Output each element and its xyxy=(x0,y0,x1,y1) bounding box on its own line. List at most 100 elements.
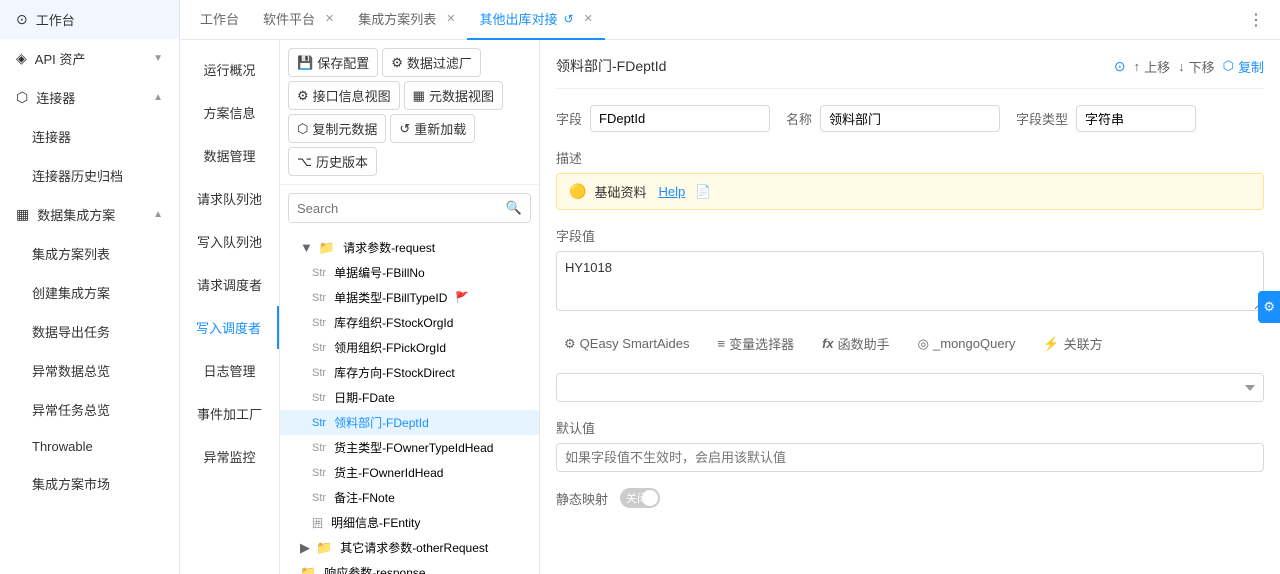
node-label: 货主类型-FOwnerTypeIdHead xyxy=(334,439,493,456)
tree-node-fbillno[interactable]: Str 单据编号-FBillNo xyxy=(280,260,539,285)
sidebar-item-label: 异常任务总览 xyxy=(32,400,110,419)
tree-node-fstockorgid[interactable]: Str 库存组织-FStockOrgId xyxy=(280,310,539,335)
panel-item-write-scheduler[interactable]: 写入调度者 xyxy=(180,306,279,349)
sidebar-item-label: 集成方案市场 xyxy=(32,474,110,493)
tree-node-request-params[interactable]: ▼ 📁 请求参数-request xyxy=(280,235,539,260)
sidebar-item-export-task[interactable]: 数据导出任务 xyxy=(0,312,179,351)
panel-item-event-factory[interactable]: 事件加工厂 xyxy=(180,392,279,435)
tool-associate[interactable]: ⚡ 关联方 xyxy=(1035,330,1110,357)
sidebar-item-exception-task[interactable]: 异常任务总览 xyxy=(0,390,179,429)
field-value-textarea[interactable]: HY1018 xyxy=(556,251,1264,311)
doc-icon: 📄 xyxy=(695,184,711,200)
tree-node-fownerid[interactable]: Str 货主-FOwnerIdHead xyxy=(280,460,539,485)
tab-label: 软件平台 xyxy=(263,9,315,28)
down-icon: ↓ xyxy=(1178,59,1185,74)
sidebar-item-exception-overview[interactable]: 异常数据总览 xyxy=(0,351,179,390)
associate-icon: ⚡ xyxy=(1043,336,1059,352)
tree-node-other-request[interactable]: ▶ 📁 其它请求参数-otherRequest xyxy=(280,535,539,560)
sidebar-item-workbench[interactable]: ⊙ 工作台 xyxy=(0,0,179,39)
history-button[interactable]: ⌥ 历史版本 xyxy=(288,147,377,176)
node-label: 响应参数-response xyxy=(324,564,425,574)
tree-node-fstockdirect[interactable]: Str 库存方向-FStockDirect xyxy=(280,360,539,385)
tab-workbench[interactable]: 工作台 xyxy=(188,0,251,40)
sidebar-item-connector-sub2[interactable]: 连接器历史归档 xyxy=(0,156,179,195)
field-type-item: 字段类型 xyxy=(1016,105,1196,132)
node-label: 库存方向-FStockDirect xyxy=(334,364,455,381)
sidebar-item-create-solution[interactable]: 创建集成方案 xyxy=(0,273,179,312)
tree-node-fdate[interactable]: Str 日期-FDate xyxy=(280,385,539,410)
sidebar-item-solution-list[interactable]: 集成方案列表 xyxy=(0,234,179,273)
node-label: 领料部门-FDeptId xyxy=(334,414,429,431)
expression-select[interactable] xyxy=(556,373,1264,402)
tree-node-fbilltypeid[interactable]: Str 单据类型-FBillTypeID 🚩 xyxy=(280,285,539,310)
tree-node-fentity[interactable]: 囲 明细信息-FEntity xyxy=(280,510,539,535)
data-filter-button[interactable]: ⚙ 数据过滤厂 xyxy=(382,48,481,77)
sidebar-item-label: 工作台 xyxy=(36,10,75,29)
reload-button[interactable]: ↺ 重新加载 xyxy=(390,114,475,143)
panel-item-log[interactable]: 日志管理 xyxy=(180,349,279,392)
tool-function[interactable]: fx 函数助手 xyxy=(814,330,898,357)
link-icon: ⚙ xyxy=(297,88,309,104)
interface-view-button[interactable]: ⚙ 接口信息视图 xyxy=(288,81,400,110)
tool-variable[interactable]: ≡ 变量选择器 xyxy=(709,330,802,357)
right-panel-wrapper: 领料部门-FDeptId ⊙ ↑ 上移 ↓ 下移 ⬡ 复 xyxy=(540,40,1280,574)
type-input[interactable] xyxy=(1076,105,1196,132)
panel-item-scheme[interactable]: 方案信息 xyxy=(180,91,279,134)
field-label: 字段 xyxy=(556,109,582,128)
copy-icon: ⬡ xyxy=(1223,58,1234,74)
tree-node-fdeptid[interactable]: Str 领料部门-FDeptId xyxy=(280,410,539,435)
sidebar-item-connector[interactable]: ⬡ 连接器 ▲ xyxy=(0,78,179,117)
type-badge: Str xyxy=(312,367,326,379)
down-button[interactable]: ↓ 下移 xyxy=(1178,57,1215,76)
help-link[interactable]: Help xyxy=(658,184,685,199)
panel-item-overview[interactable]: 运行概况 xyxy=(180,48,279,91)
static-toggle[interactable]: 关闭 xyxy=(620,488,660,508)
up-button[interactable]: ↑ 上移 xyxy=(1134,57,1171,76)
name-input[interactable] xyxy=(820,105,1000,132)
copy-button[interactable]: ⬡ 复制 xyxy=(1223,57,1264,76)
sidebar-item-label: 数据集成方案 xyxy=(37,205,115,224)
warning-icon: 🟡 xyxy=(569,183,586,200)
panel-item-queue[interactable]: 请求队列池 xyxy=(180,177,279,220)
tab-software[interactable]: 软件平台 ✕ xyxy=(251,0,346,40)
tab-solution-list[interactable]: 集成方案列表 ✕ xyxy=(346,0,467,40)
meta-view-button[interactable]: ▦ 元数据视图 xyxy=(404,81,503,110)
sync-icon: ↺ xyxy=(564,12,574,26)
panel-item-data-mgmt[interactable]: 数据管理 xyxy=(180,134,279,177)
panel-item-write-queue[interactable]: 写入队列池 xyxy=(180,220,279,263)
default-input[interactable] xyxy=(556,443,1264,472)
panel-item-exception-monitor[interactable]: 异常监控 xyxy=(180,435,279,478)
field-input[interactable] xyxy=(590,105,770,132)
field-name-item: 字段 xyxy=(556,105,770,132)
tool-mongo[interactable]: ◎ _mongoQuery xyxy=(910,332,1024,356)
sidebar-item-connector-sub1[interactable]: 连接器 xyxy=(0,117,179,156)
tab-label: 其他出库对接 xyxy=(479,9,557,28)
data-solution-icon: ▦ xyxy=(16,206,29,223)
tab-other-db[interactable]: 其他出库对接 ↺ ✕ xyxy=(467,0,604,40)
tree-node-fpickorgid[interactable]: Str 领用组织-FPickOrgId xyxy=(280,335,539,360)
type-badge: Str xyxy=(312,492,326,504)
sidebar-item-data-solution[interactable]: ▦ 数据集成方案 ▲ xyxy=(0,195,179,234)
tree-node-fnote[interactable]: Str 备注-FNote xyxy=(280,485,539,510)
tool-qeasy[interactable]: ⚙ QEasy SmartAides xyxy=(556,332,697,356)
copy-meta-button[interactable]: ⬡ 复制元数据 xyxy=(288,114,386,143)
search-button[interactable]: 🔍 xyxy=(498,194,530,222)
node-label: 其它请求参数-otherRequest xyxy=(340,539,488,556)
save-config-button[interactable]: 💾 保存配置 xyxy=(288,48,378,77)
search-input[interactable] xyxy=(289,195,498,222)
sidebar-item-throwable[interactable]: Throwable xyxy=(0,429,179,464)
tree-node-fownertype[interactable]: Str 货主类型-FOwnerTypeIdHead xyxy=(280,435,539,460)
panel-item-scheduler[interactable]: 请求调度者 xyxy=(180,263,279,306)
sidebar-item-api[interactable]: ◈ API 资产 ▼ xyxy=(0,39,179,78)
tab-more-button[interactable]: ⋮ xyxy=(1240,10,1272,30)
settings-float-button[interactable]: ⚙ xyxy=(1258,291,1280,323)
sidebar-item-market[interactable]: 集成方案市场 xyxy=(0,464,179,503)
tools-row: ⚙ QEasy SmartAides ≡ 变量选择器 fx 函数助手 ◎ _mo… xyxy=(556,330,1264,357)
save-icon: 💾 xyxy=(297,55,313,71)
node-label: 库存组织-FStockOrgId xyxy=(334,314,453,331)
tab-close-software[interactable]: ✕ xyxy=(325,12,334,25)
tab-close-solution-list[interactable]: ✕ xyxy=(446,12,455,25)
value-row: 字段值 HY1018 xyxy=(556,226,1264,314)
tab-close-other-db[interactable]: ✕ xyxy=(584,12,593,25)
tree-node-response[interactable]: 📁 响应参数-response xyxy=(280,560,539,574)
